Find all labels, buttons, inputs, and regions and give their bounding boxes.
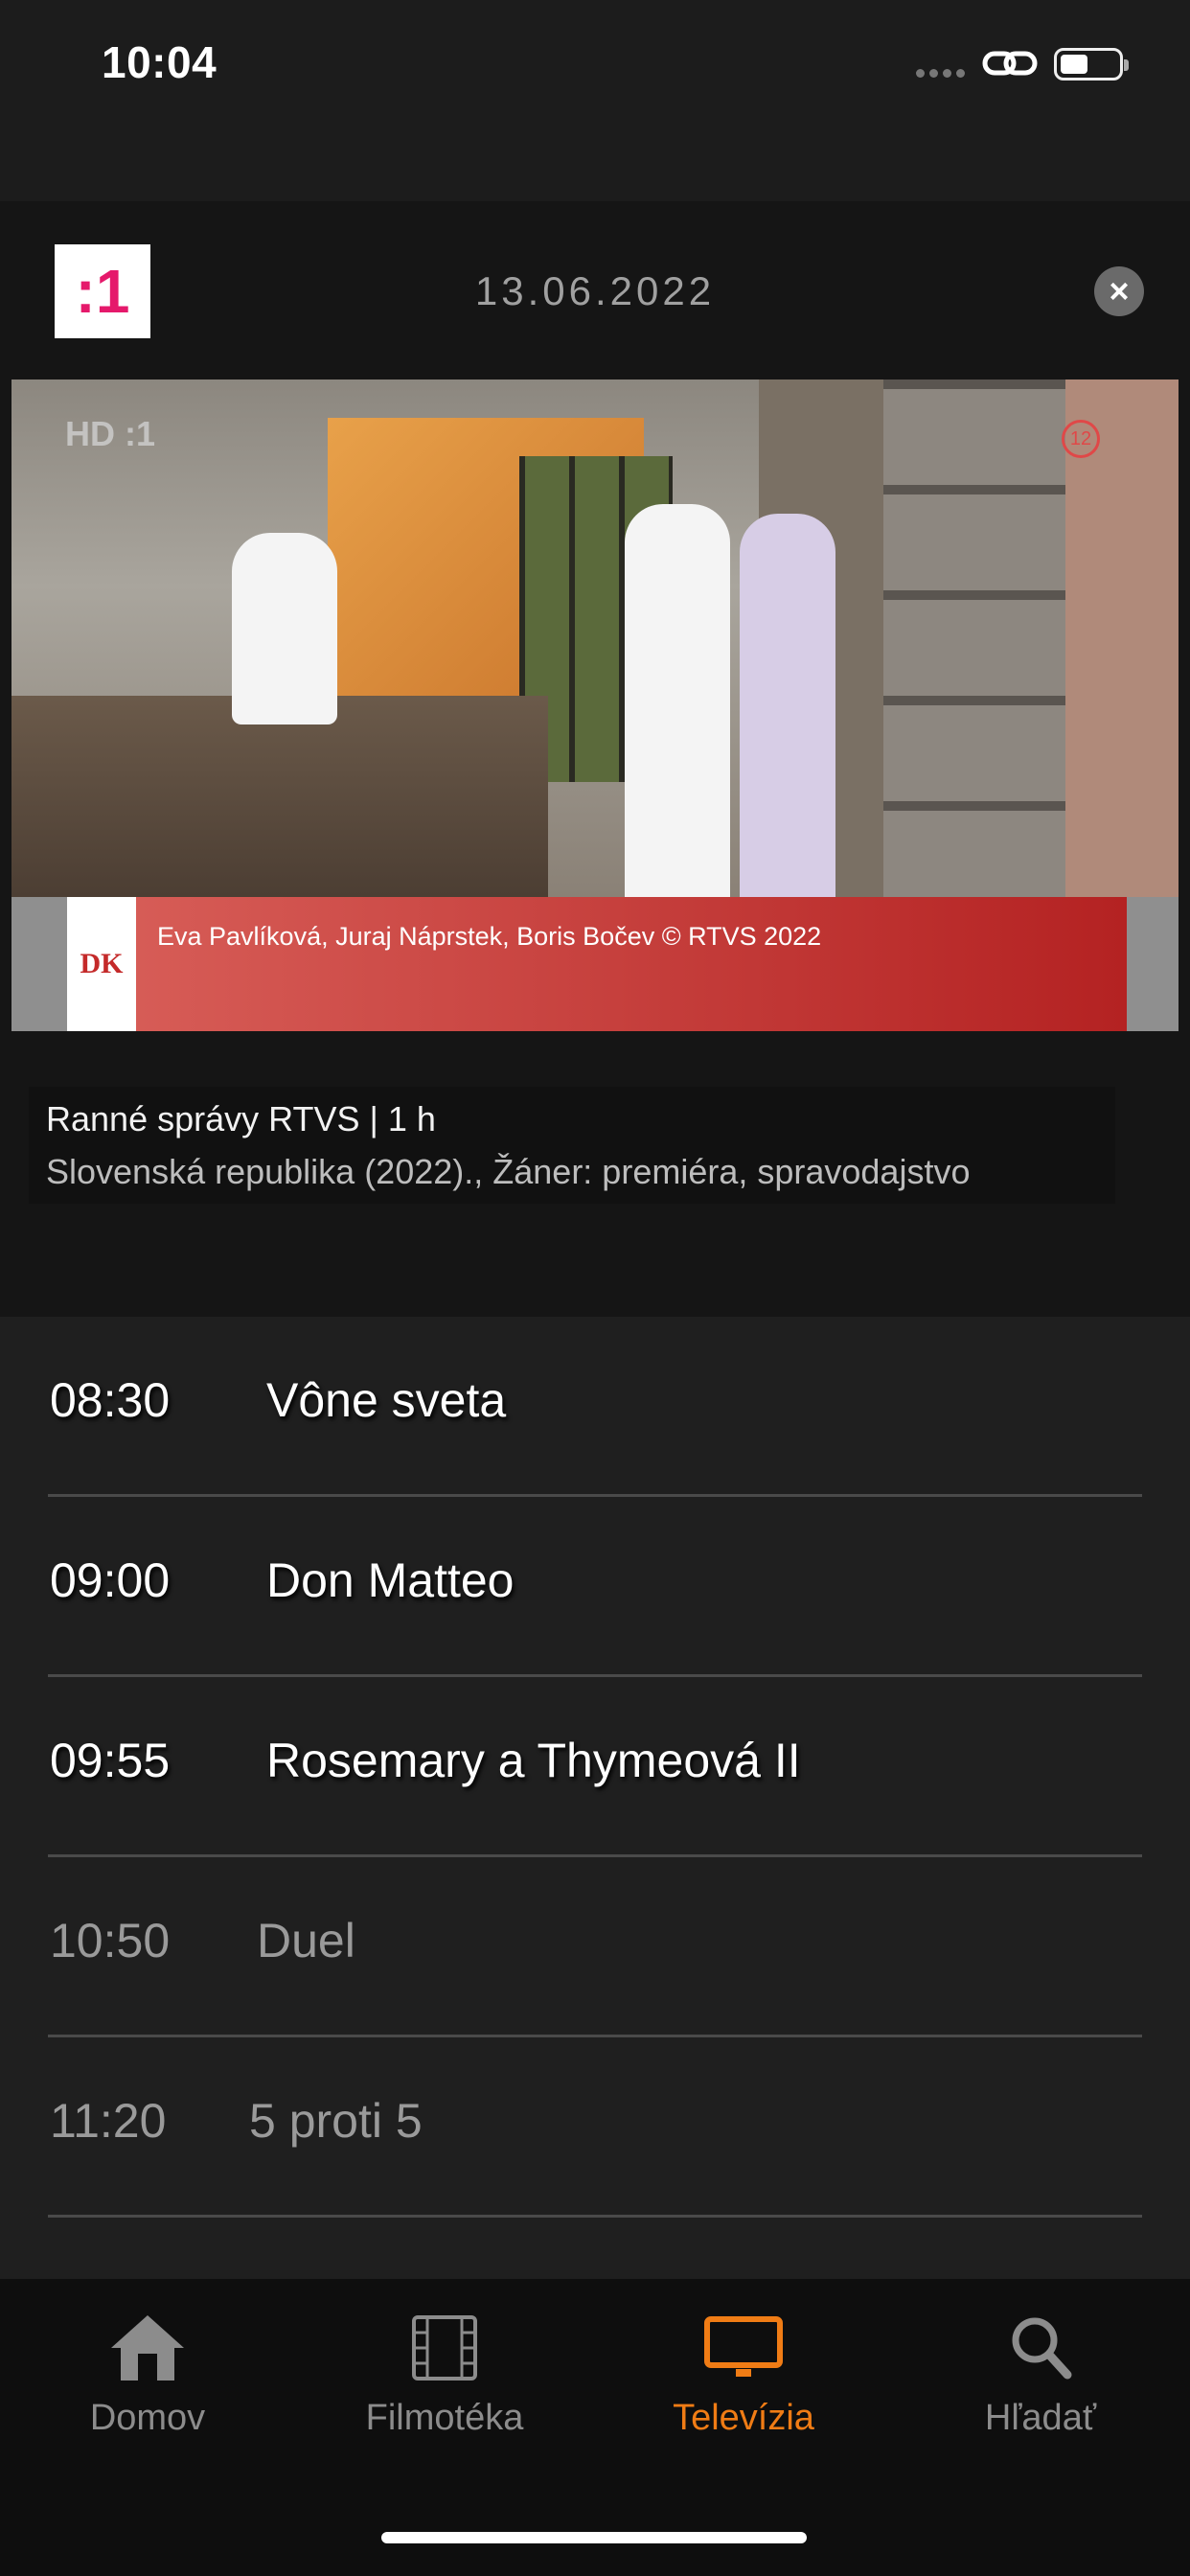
program-meta: Slovenská republika (2022)., Žáner: prem… [46, 1152, 971, 1191]
schedule-list: 08:30 Vône sveta 09:00 Don Matteo 09:55 … [0, 1317, 1190, 2279]
lower-third-text: Eva Pavlíková, Juraj Náprstek, Boris Boč… [157, 922, 822, 951]
channel-watermark: HD :1 [65, 414, 156, 453]
film-icon [412, 2315, 477, 2380]
signal-icon [916, 69, 965, 78]
schedule-title: Rosemary a Thymeová II [266, 1734, 801, 1787]
program-info: Ranné správy RTVS | 1 h Slovenská republ… [29, 1087, 1115, 1204]
status-time: 10:04 [102, 37, 217, 87]
status-bar: 10:04 [0, 0, 1190, 134]
schedule-time: 10:50 [50, 1914, 171, 1967]
schedule-time: 08:30 [50, 1373, 171, 1427]
link-icon [982, 51, 1038, 76]
schedule-title: 5 proti 5 [249, 2094, 423, 2148]
schedule-row[interactable]: 09:55 Rosemary a Thymeová II [48, 1677, 1142, 1857]
video-preview[interactable]: HD :1 12 DK Eva Pavlíková, Juraj Náprste… [11, 380, 1179, 1031]
tab-television[interactable]: Televízia [629, 2312, 858, 2439]
home-indicator[interactable] [381, 2532, 807, 2543]
show-logo: DK [67, 897, 136, 1031]
schedule-row[interactable]: 09:00 Don Matteo [48, 1497, 1142, 1677]
schedule-time: 09:55 [50, 1734, 171, 1787]
schedule-row[interactable]: 11:20 5 proti 5 [48, 2037, 1142, 2218]
tab-label: Domov [89, 2398, 206, 2438]
presenter-woman-right [740, 514, 835, 907]
schedule-row[interactable]: 10:50 Duel [48, 1857, 1142, 2037]
tab-search[interactable]: Hľadať [926, 2312, 1156, 2439]
schedule-time: 09:00 [50, 1553, 171, 1607]
age-rating-badge: 12 [1062, 420, 1100, 458]
schedule-title: Duel [257, 1914, 355, 1967]
battery-icon [1054, 48, 1129, 80]
tab-films[interactable]: Filmotéka [330, 2312, 560, 2439]
tv-icon [704, 2316, 783, 2377]
tab-label: Filmotéka [365, 2398, 524, 2438]
program-title: Ranné správy RTVS | 1 h [46, 1099, 436, 1138]
lower-third [67, 897, 1127, 1031]
tab-label: Televízia [673, 2398, 814, 2438]
schedule-title: Vône sveta [266, 1373, 507, 1427]
schedule-title: Don Matteo [266, 1553, 515, 1607]
tab-label: Hľadať [984, 2398, 1097, 2438]
search-icon [1012, 2317, 1072, 2380]
schedule-time: 11:20 [50, 2094, 167, 2148]
presenter-chef [232, 533, 337, 724]
home-icon [111, 2315, 184, 2380]
tab-home[interactable]: Domov [33, 2312, 263, 2439]
schedule-date: 13.06.2022 [474, 268, 716, 313]
close-icon: × [1109, 271, 1130, 310]
close-button[interactable]: × [1094, 266, 1144, 316]
schedule-row[interactable]: 08:30 Vône sveta [48, 1317, 1142, 1497]
presenter-woman-left [625, 504, 730, 907]
